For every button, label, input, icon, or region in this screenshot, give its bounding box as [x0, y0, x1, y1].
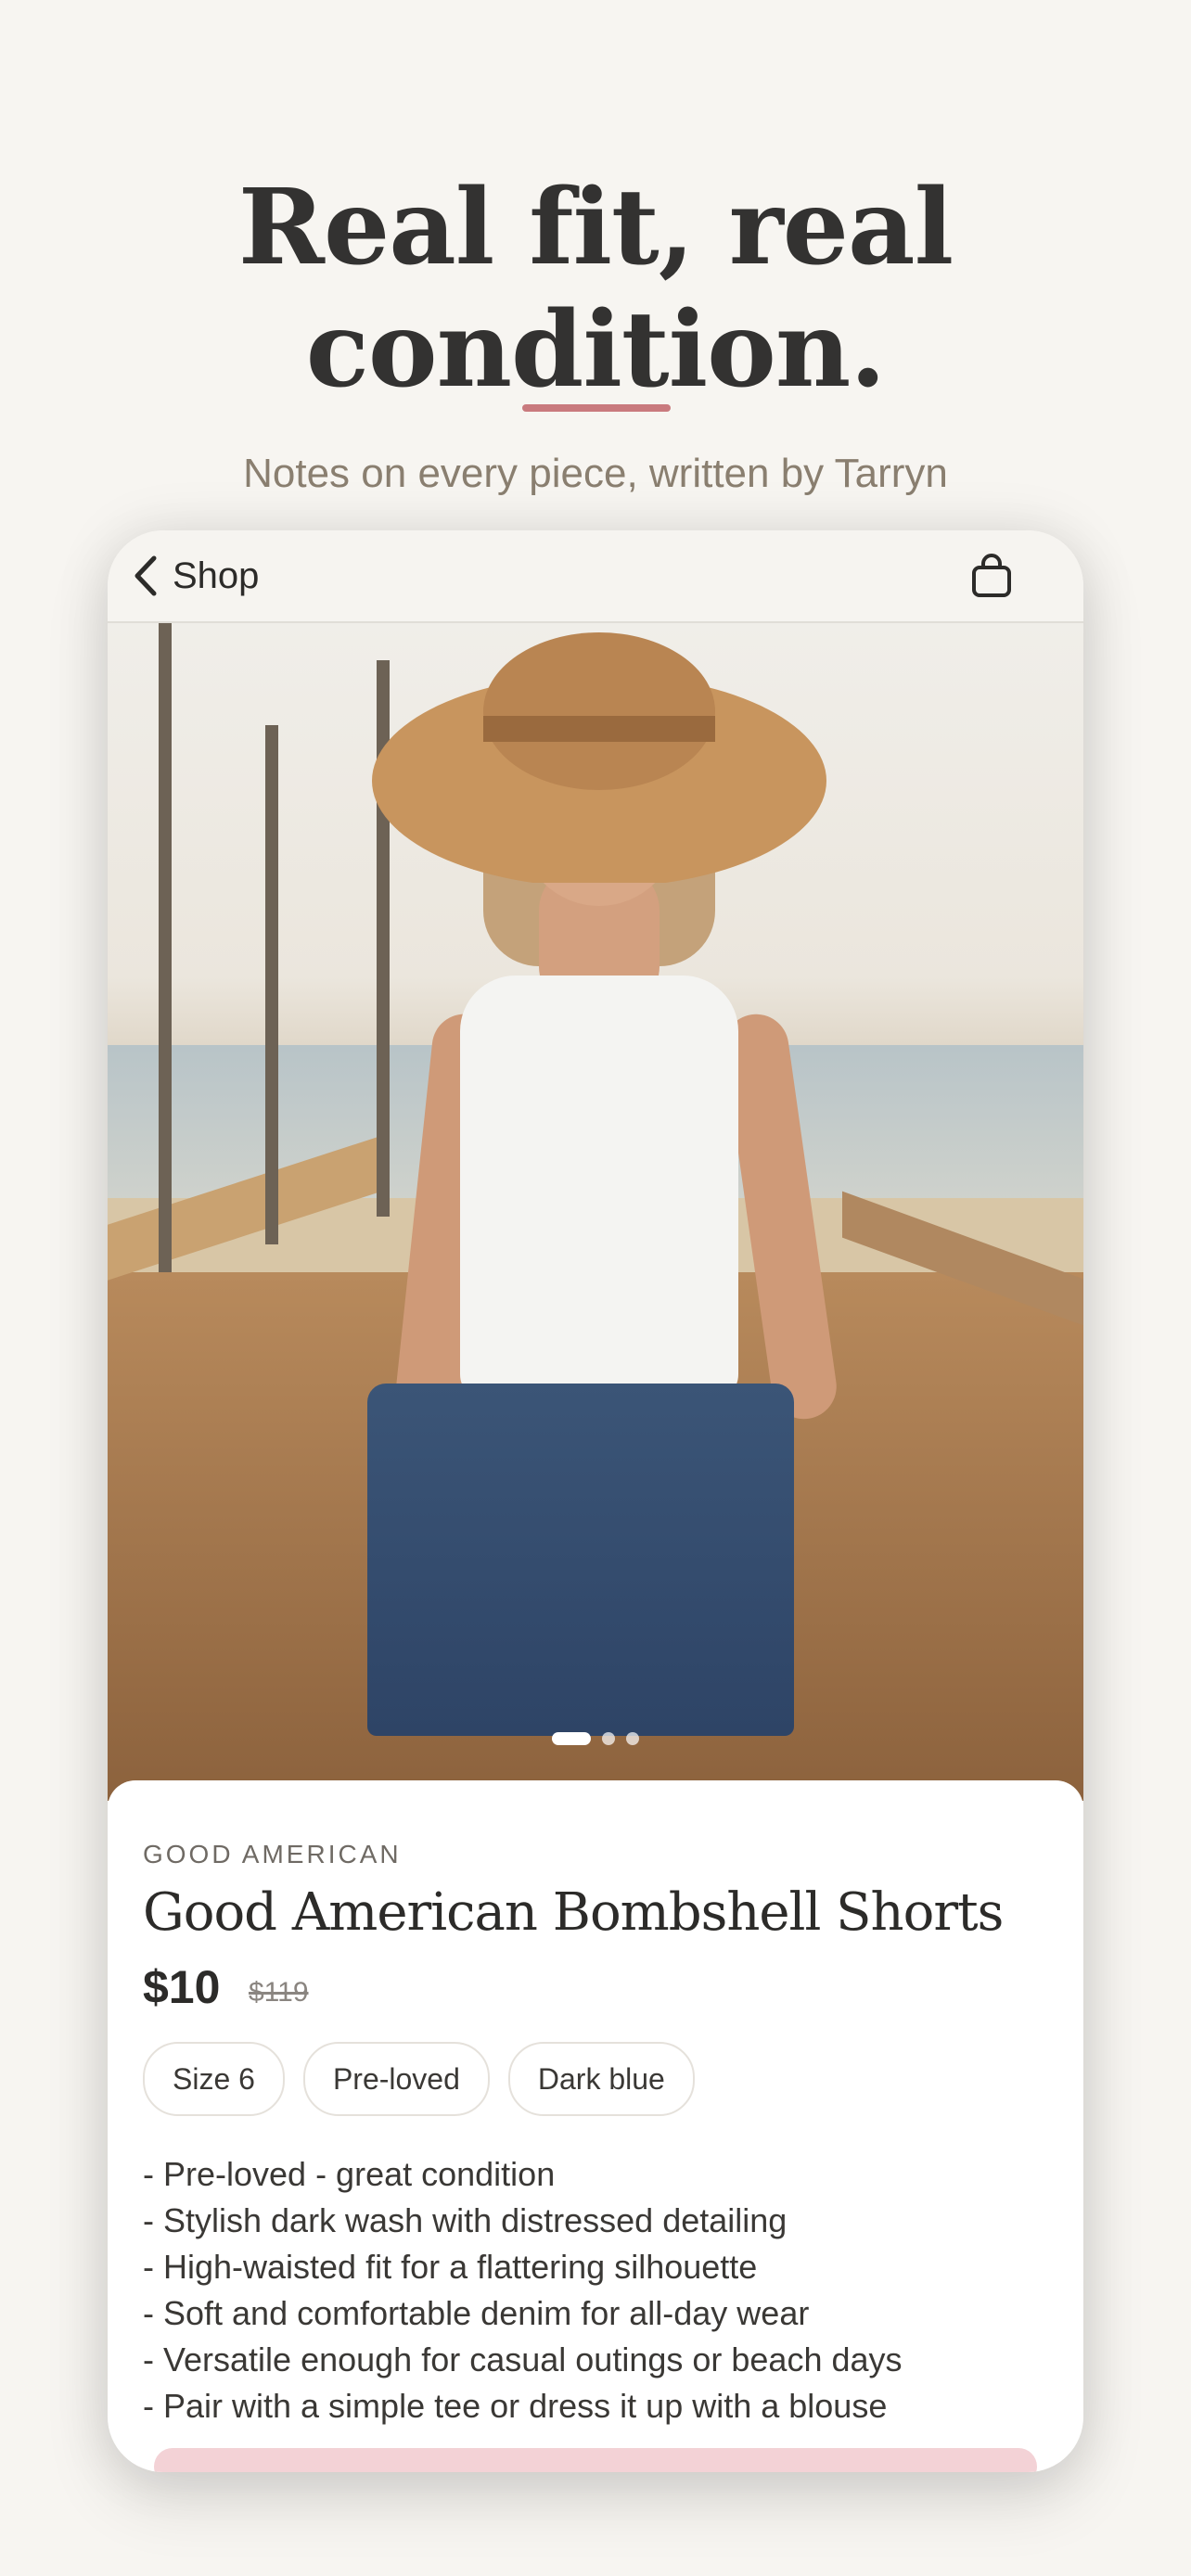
tag-color: Dark blue [507, 2042, 695, 2116]
note-item: - Pre-loved - great condition [143, 2155, 556, 2193]
palm-trunk [265, 725, 278, 1244]
phone-frame: Shop GOOD AMERICAN Good American Bombshe… [108, 530, 1083, 2472]
product-notes: - Pre-loved - great condition - Stylish … [143, 2151, 903, 2429]
palm-trunk [159, 623, 172, 1272]
back-label: Shop [173, 555, 260, 596]
note-item: - Soft and comfortable denim for all-day… [143, 2294, 810, 2332]
chevron-left-icon [134, 555, 157, 596]
product-image[interactable] [108, 623, 1083, 1801]
shopping-bag-icon[interactable] [970, 553, 1013, 599]
product-title: Good American Bombshell Shorts [143, 1882, 1004, 1943]
headline-line-2: condition. [305, 289, 887, 411]
pagination-dot[interactable] [602, 1732, 615, 1745]
back-button[interactable]: Shop [132, 549, 259, 603]
subtitle: Notes on every piece, written by Tarryn [243, 451, 948, 496]
denim-shorts [367, 1384, 794, 1736]
tag-list: Size 6 Pre-loved Dark blue [143, 2042, 695, 2116]
note-item: - Pair with a simple tee or dress it up … [143, 2387, 888, 2425]
pagination-dot-active[interactable] [552, 1732, 591, 1745]
white-tank-top [460, 976, 738, 1402]
add-to-bag-button-edge[interactable] [154, 2448, 1037, 2472]
tag-condition: Pre-loved [302, 2042, 490, 2116]
brand-name: GOOD AMERICAN [143, 1840, 402, 1868]
sun-hat [372, 632, 826, 883]
pagination-dot[interactable] [626, 1732, 639, 1745]
price: $10 [143, 1961, 221, 2013]
headline: Real fit, real condition. [0, 167, 1191, 412]
headline-underline [522, 404, 671, 412]
note-item: - Versatile enough for casual outings or… [143, 2340, 903, 2378]
navbar: Shop [108, 530, 1083, 623]
product-details-card: GOOD AMERICAN Good American Bombshell Sh… [108, 1780, 1083, 2472]
tag-size: Size 6 [143, 2042, 285, 2116]
note-item: - Stylish dark wash with distressed deta… [143, 2201, 788, 2239]
note-item: - High-waisted fit for a flattering silh… [143, 2248, 758, 2286]
original-price: $119 [249, 1977, 309, 2008]
headline-line-1: Real fit, real [237, 167, 954, 288]
gallery-pagination[interactable] [108, 1732, 1083, 1745]
